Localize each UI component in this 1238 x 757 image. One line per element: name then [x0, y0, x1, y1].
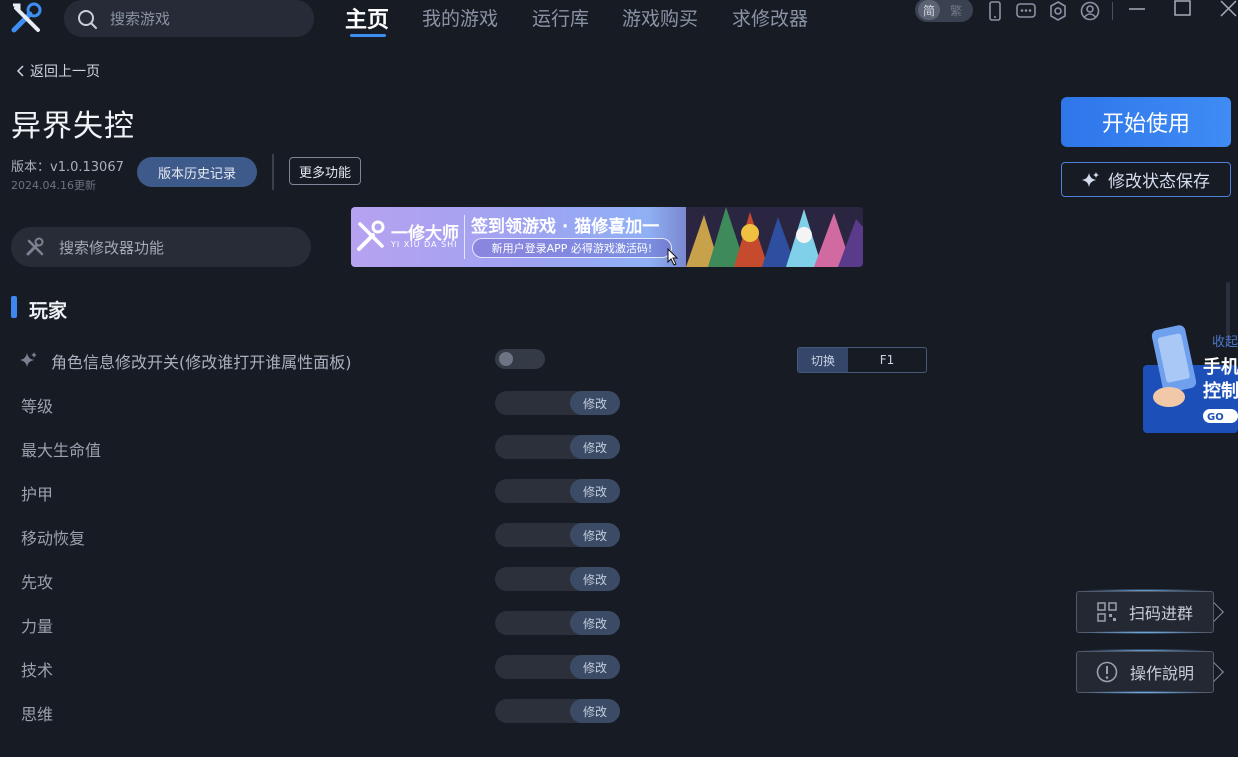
version-text: 版本：v1.0.13067: [11, 160, 124, 175]
feature-label: 技术: [21, 661, 54, 680]
modify-button[interactable]: 修改: [570, 567, 620, 591]
banner-headline: 签到领游戏 · 猫修喜加一: [471, 217, 660, 237]
game-title: 异界失控: [11, 109, 135, 144]
value-field[interactable]: 修改: [495, 699, 620, 723]
modify-button[interactable]: 修改: [570, 699, 620, 723]
nav-request-trainer[interactable]: 求修改器: [732, 4, 808, 31]
feature-label: 移动恢复: [21, 529, 86, 548]
exclamation-circle-icon: [1096, 661, 1118, 683]
feature-label: 力量: [21, 617, 54, 636]
modify-button[interactable]: 修改: [570, 391, 620, 415]
value-field[interactable]: 修改: [495, 611, 620, 635]
glow-line: [1080, 631, 1210, 634]
language-toggle[interactable]: 简 繁: [915, 0, 973, 22]
sparkle-icon: [20, 352, 37, 367]
promo-banner[interactable]: 一修大师 YI XIU DA SHI 签到领游戏 · 猫修喜加一 新用户登录AP…: [351, 207, 863, 267]
game-search-box[interactable]: 搜索游戏: [64, 0, 314, 37]
message-icon[interactable]: [1016, 1, 1036, 21]
section-title: 玩家: [29, 300, 68, 322]
feature-label: 最大生命值: [21, 441, 102, 460]
value-field[interactable]: 修改: [495, 435, 620, 459]
nav-game-purchase[interactable]: 游戏购买: [622, 4, 698, 31]
more-features-button[interactable]: 更多功能: [289, 157, 361, 185]
modify-button[interactable]: 修改: [570, 611, 620, 635]
chevron-right-icon: [1204, 662, 1224, 682]
scan-join-group-label: 扫码进群: [1128, 604, 1193, 623]
hotkey-box[interactable]: 切换 F1: [797, 347, 927, 373]
nav-active-indicator: [350, 34, 386, 37]
header-divider: [272, 154, 274, 190]
nav-my-games[interactable]: 我的游戏: [422, 4, 498, 31]
minimize-icon[interactable]: [1126, 0, 1148, 20]
trainer-search-placeholder: 搜索修改器功能: [59, 238, 165, 257]
promo-text-2: 控制: [1203, 380, 1238, 402]
close-icon[interactable]: [1218, 0, 1238, 20]
instructions-button[interactable]: 操作說明: [1076, 651, 1224, 693]
feature-label-info-switch: 角色信息修改开关(修改谁打开谁属性面板): [51, 353, 352, 372]
version-history-button[interactable]: 版本历史记录: [137, 157, 257, 187]
save-state-label: 修改状态保存: [1108, 172, 1210, 192]
value-field[interactable]: 修改: [495, 567, 620, 591]
start-button[interactable]: 开始使用: [1061, 97, 1231, 147]
user-icon[interactable]: [1080, 1, 1100, 21]
banner-brand-pinyin: YI XIU DA SHI: [391, 240, 458, 249]
promo-go: GO: [1207, 412, 1224, 423]
instructions-label: 操作說明: [1129, 664, 1194, 683]
lang-simplified[interactable]: 简: [918, 0, 940, 20]
nav-runtime[interactable]: 运行库: [532, 4, 589, 31]
chevron-left-icon: [16, 65, 24, 77]
promo-text-1: 手机: [1203, 356, 1238, 378]
chevron-right-icon: [1204, 602, 1224, 622]
search-placeholder: 搜索游戏: [110, 10, 171, 28]
toolbar-separator: [1112, 2, 1113, 20]
info-switch-toggle[interactable]: [495, 349, 545, 369]
phone-icon[interactable]: [985, 1, 1005, 21]
toggle-knob: [499, 352, 513, 366]
scan-join-group-button[interactable]: 扫码进群: [1076, 591, 1224, 633]
value-field[interactable]: 修改: [495, 391, 620, 415]
hotkey-key: F1: [879, 353, 895, 367]
banner-divider: [464, 215, 465, 259]
value-field[interactable]: 修改: [495, 655, 620, 679]
qr-code-icon: [1097, 602, 1117, 622]
trainer-search-box[interactable]: 搜索修改器功能: [11, 227, 311, 267]
feature-label: 先攻: [21, 573, 54, 592]
brand-logo-icon: [357, 220, 385, 251]
modify-button[interactable]: 修改: [570, 655, 620, 679]
feature-label: 思维: [21, 705, 54, 724]
maximize-icon[interactable]: [1172, 0, 1194, 20]
hotkey-action: 切换: [798, 348, 848, 372]
modify-button[interactable]: 修改: [570, 523, 620, 547]
app-logo: [11, 2, 42, 33]
value-field[interactable]: 修改: [495, 523, 620, 547]
nav-home[interactable]: 主页: [345, 2, 389, 34]
update-date: 2024.04.16更新: [11, 179, 96, 192]
section-accent-bar: [11, 296, 17, 318]
feature-label: 等级: [21, 397, 54, 416]
mouse-cursor-icon: [667, 248, 679, 266]
back-link[interactable]: 返回上一页: [16, 61, 100, 81]
settings-icon[interactable]: [1048, 1, 1068, 21]
modify-button[interactable]: 修改: [570, 479, 620, 503]
search-icon: [78, 9, 97, 29]
banner-subline: 新用户登录APP 必得游戏激活码!: [472, 238, 672, 258]
feature-label: 护甲: [21, 485, 54, 504]
promo-collapse-link[interactable]: 收起: [1212, 331, 1238, 350]
tools-icon: [26, 237, 44, 256]
sparkle-icon: [1082, 171, 1099, 187]
modify-button[interactable]: 修改: [570, 435, 620, 459]
save-state-button[interactable]: 修改状态保存: [1061, 162, 1231, 197]
lang-traditional[interactable]: 繁: [950, 2, 962, 19]
value-field[interactable]: 修改: [495, 479, 620, 503]
back-label: 返回上一页: [30, 64, 100, 80]
banner-game-characters-art: [686, 207, 863, 267]
glow-line: [1080, 691, 1210, 694]
